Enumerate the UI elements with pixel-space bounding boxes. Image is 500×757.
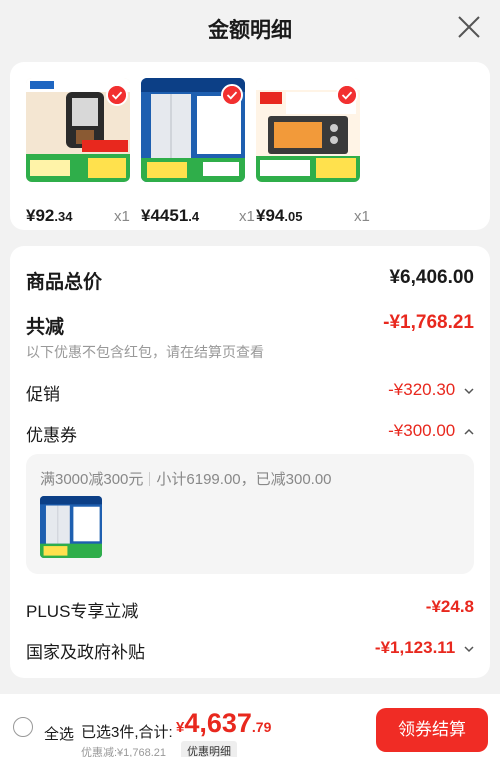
coupon-rule: 满3000减300元 — [40, 471, 144, 488]
promo-value: -¥320.30 — [388, 380, 456, 399]
coupon-subtotal: 小计6199.00，已减300.00 — [156, 471, 332, 488]
discount-label: 共减 — [26, 317, 65, 338]
product-price: ¥92.34 — [26, 206, 73, 225]
amount-detail: 商品总价 ¥6,406.00 共减 -¥1,768.21 以下优惠不包含红包，请… — [10, 246, 490, 678]
coupon-detail-panel: 满3000减300元 小计6199.00，已减300.00 — [26, 454, 474, 574]
discount-note: 以下优惠不包含红包，请在结算页查看 — [26, 344, 264, 360]
select-all-label[interactable]: 全选 — [44, 723, 74, 744]
plus-row: PLUS专享立减 -¥24.8 — [26, 597, 474, 621]
coupon-label: 优惠券 — [26, 426, 77, 445]
promo-row[interactable]: 促销 -¥320.30 — [26, 380, 474, 404]
subsidy-value: -¥1,123.11 — [374, 638, 456, 657]
checkout-bar: 全选 已选3件,合计: ¥4,637.79 优惠减:¥1,768.21 优惠明细… — [0, 694, 500, 757]
coupon-value: -¥300.00 — [388, 421, 456, 440]
plus-value: -¥24.8 — [425, 597, 474, 616]
discount-row: 共减 -¥1,768.21 — [26, 312, 474, 338]
discount-detail-tag[interactable]: 优惠明细 — [181, 741, 237, 757]
selected-count: 已选3件,合计: — [81, 724, 173, 741]
total-amount: ¥4,637.79 — [176, 708, 272, 738]
product-price: ¥94.05 — [256, 206, 303, 225]
header: 金额明细 — [0, 0, 500, 56]
product-list: ¥92.34 x1 ¥4451.4 x1 ¥94.05 x1 — [10, 62, 490, 230]
checkout-button[interactable]: 领券结算 — [376, 708, 488, 752]
total-price-row: 商品总价 ¥6,406.00 — [26, 267, 474, 293]
total-price-value: ¥6,406.00 — [389, 267, 474, 288]
plus-label: PLUS专享立减 — [26, 602, 139, 621]
product-qty: x1 — [239, 208, 255, 225]
subsidy-label: 国家及政府补贴 — [26, 643, 145, 662]
promo-label: 促销 — [26, 385, 60, 404]
saved-amount: 优惠减:¥1,768.21 — [81, 747, 166, 757]
total-price-label: 商品总价 — [26, 272, 103, 293]
selected-check-icon[interactable] — [221, 84, 243, 106]
close-icon[interactable] — [456, 14, 482, 40]
discount-value: -¥1,768.21 — [383, 312, 474, 333]
selected-check-icon[interactable] — [336, 84, 358, 106]
discount-note-row: 以下优惠不包含红包，请在结算页查看 — [26, 342, 474, 362]
product-price: ¥4451.4 — [141, 206, 200, 225]
chevron-down-icon[interactable] — [464, 644, 474, 654]
chevron-up-icon[interactable] — [464, 427, 474, 437]
selected-check-icon[interactable] — [106, 84, 128, 106]
divider — [149, 472, 151, 486]
product-qty: x1 — [354, 208, 370, 225]
chevron-down-icon[interactable] — [464, 386, 474, 396]
product-qty: x1 — [114, 208, 130, 225]
coupon-row[interactable]: 优惠券 -¥300.00 — [26, 421, 474, 445]
page-title: 金额明细 — [208, 19, 292, 42]
coupon-detail-text: 满3000减300元 小计6199.00，已减300.00 — [40, 468, 332, 489]
coupon-product-image — [40, 496, 102, 558]
select-all-radio[interactable] — [13, 717, 33, 737]
subsidy-row[interactable]: 国家及政府补贴 -¥1,123.11 — [26, 638, 474, 662]
